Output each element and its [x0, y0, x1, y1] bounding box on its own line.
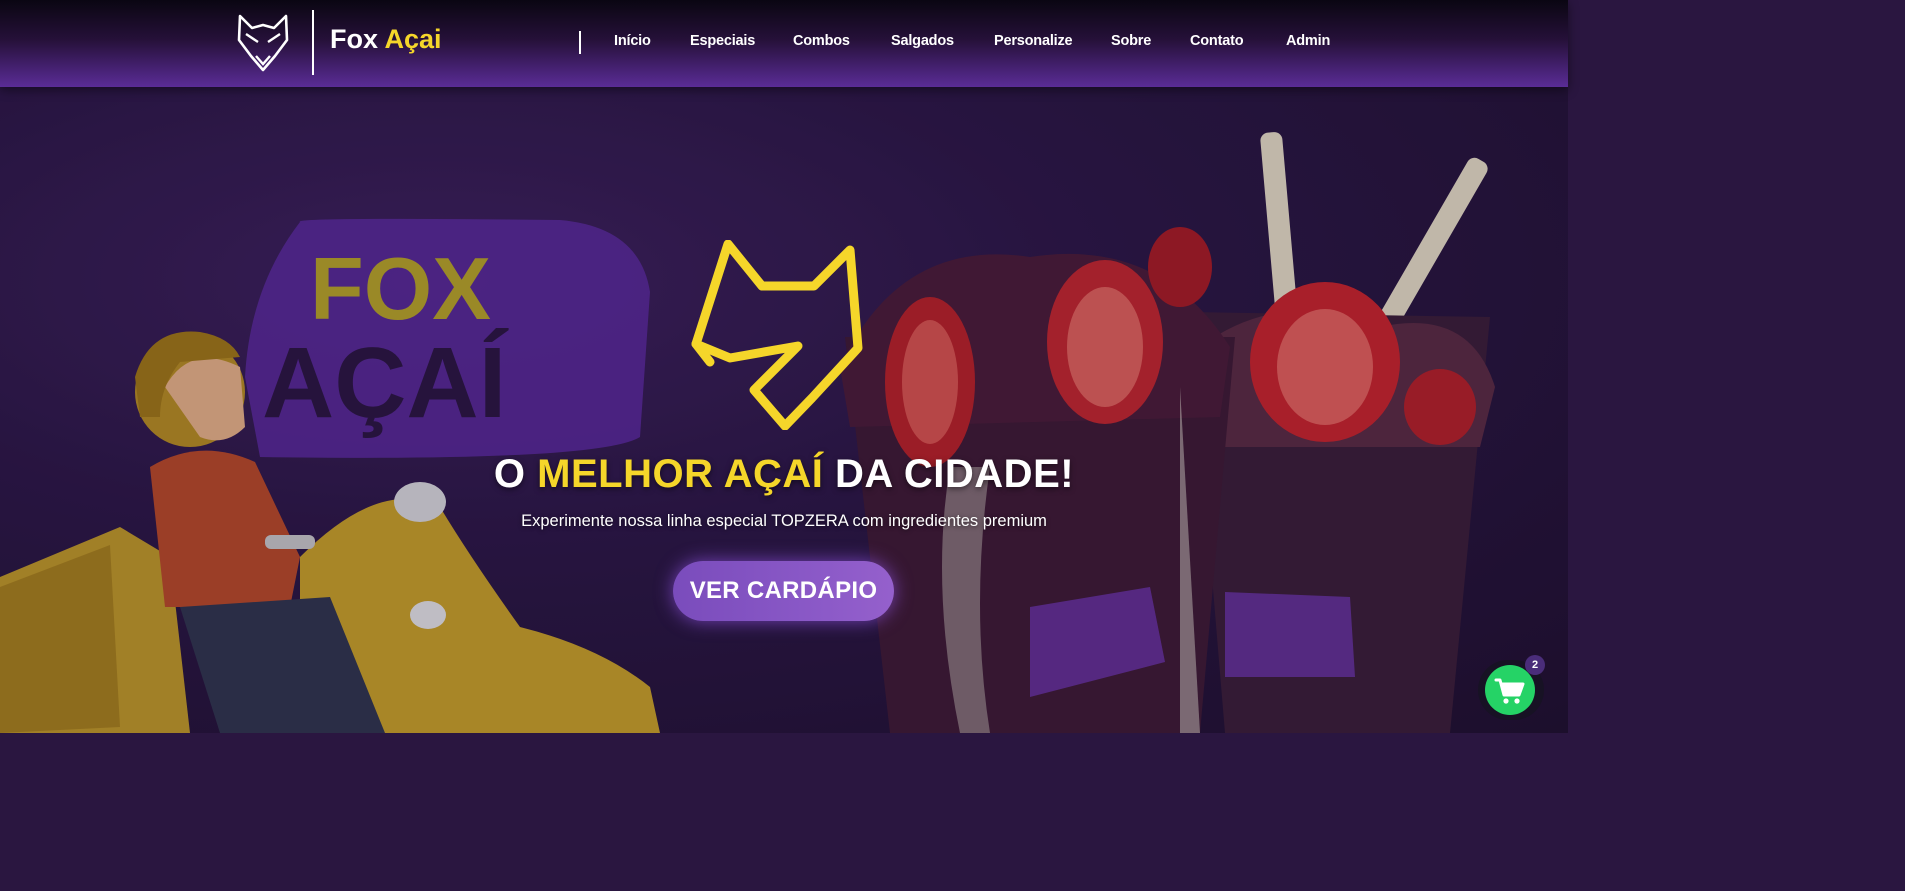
- cart-count-badge: 2: [1525, 655, 1545, 675]
- brand-name-primary: Fox: [330, 24, 379, 54]
- hero-subtitle: Experimente nossa linha especial TOPZERA…: [521, 512, 1047, 530]
- headline-start: O: [493, 452, 538, 496]
- nav-item-salgados[interactable]: Salgados: [891, 33, 954, 49]
- nav-item-sobre[interactable]: Sobre: [1111, 33, 1151, 49]
- fox-logo-icon[interactable]: [232, 12, 294, 74]
- nav-item-especiais[interactable]: Especiais: [690, 33, 755, 49]
- brand-name-accent: Açai: [384, 24, 442, 54]
- hero-section: FOX AÇAÍ O MELHOR AÇAÍ DA CIDADE! Experi…: [0, 87, 1568, 733]
- site-header: Fox Açai Início Especiais Combos Salgado…: [0, 0, 1568, 87]
- fox-head-icon: [691, 240, 863, 430]
- nav-item-admin[interactable]: Admin: [1286, 33, 1330, 49]
- view-menu-button[interactable]: VER CARDÁPIO: [673, 561, 894, 621]
- nav-divider: [579, 31, 581, 54]
- nav-item-personalize[interactable]: Personalize: [994, 33, 1073, 49]
- brand-name[interactable]: Fox Açai: [330, 24, 442, 55]
- nav-item-inicio[interactable]: Início: [614, 33, 651, 49]
- logo-divider: [312, 10, 314, 75]
- nav-item-contato[interactable]: Contato: [1190, 33, 1244, 49]
- nav-item-combos[interactable]: Combos: [793, 33, 850, 49]
- headline-end: DA CIDADE!: [823, 452, 1075, 496]
- hero-headline: O MELHOR AÇAÍ DA CIDADE!: [0, 452, 1568, 497]
- headline-highlight: MELHOR AÇAÍ: [537, 452, 824, 496]
